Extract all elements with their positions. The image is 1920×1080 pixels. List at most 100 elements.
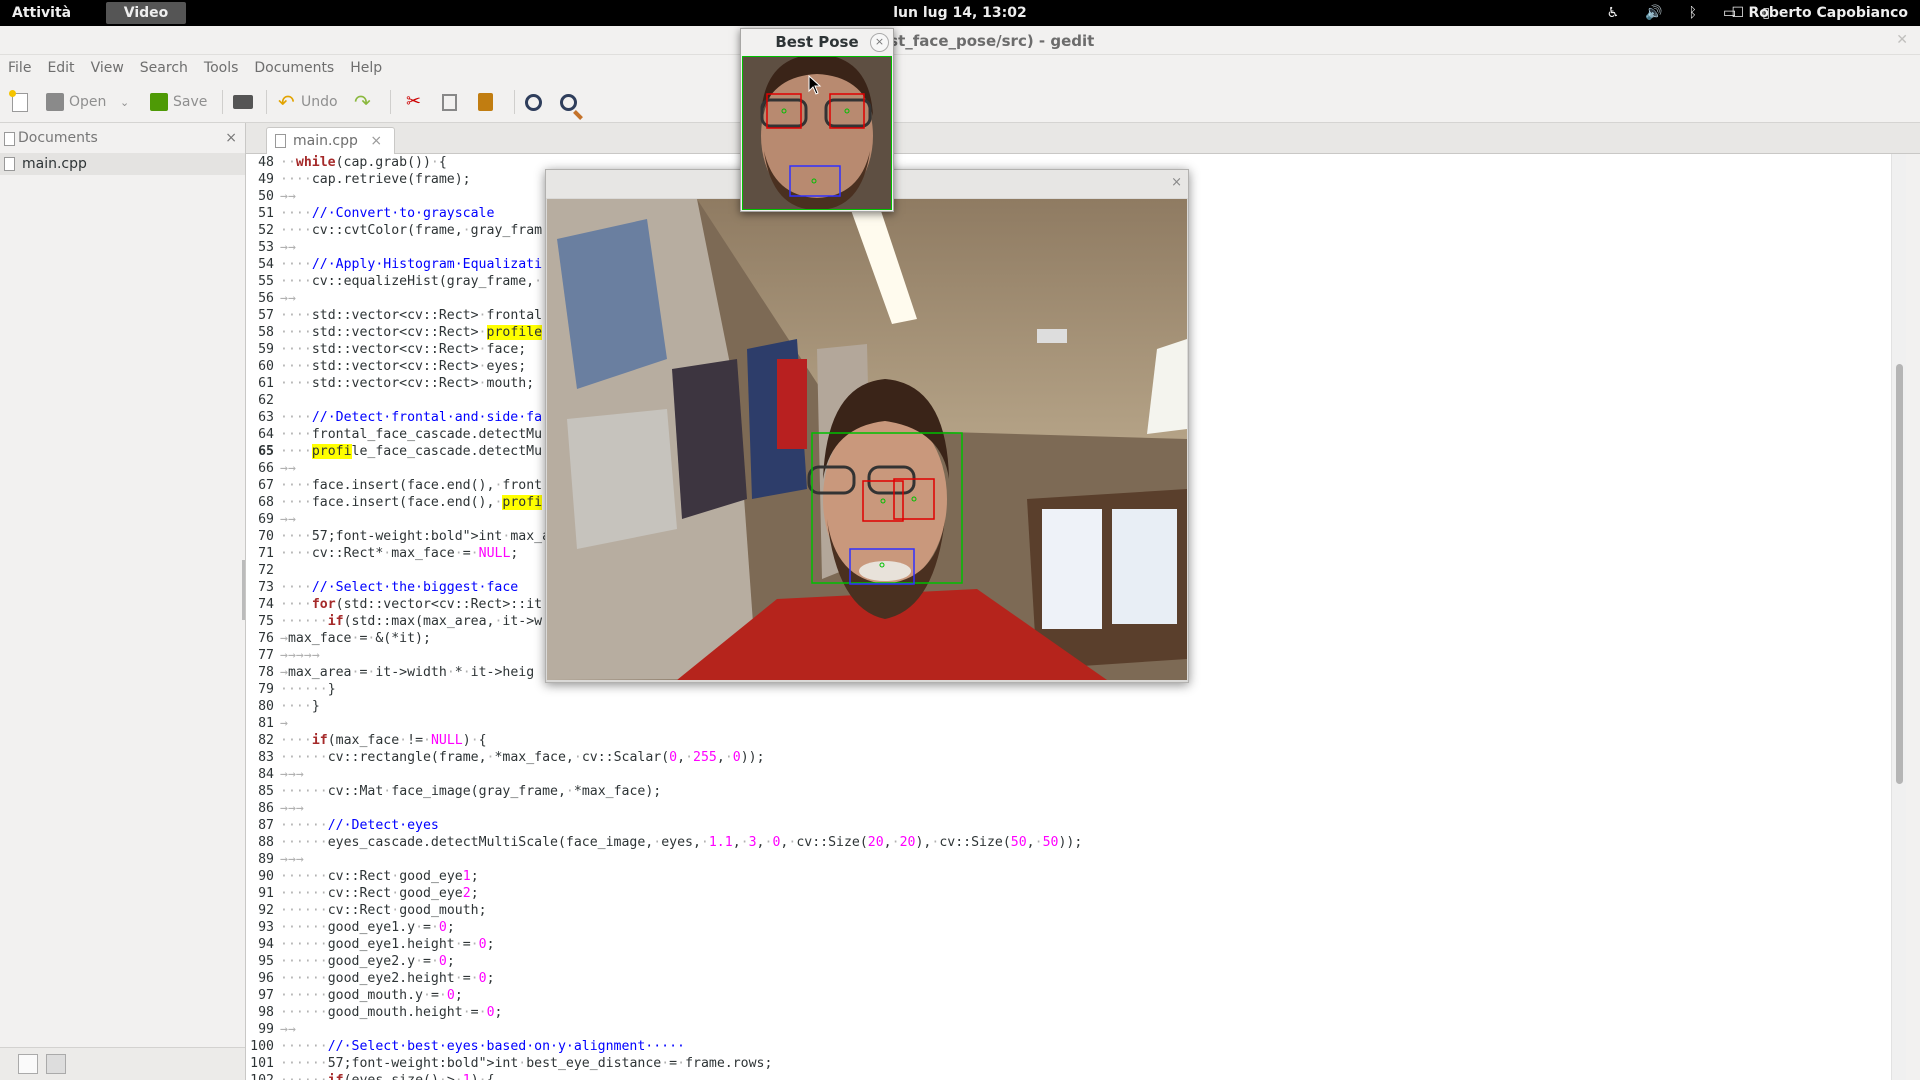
side-panel: Documents × main.cpp [0, 123, 246, 1080]
bluetooth-icon[interactable]: ᛒ [1689, 5, 1697, 21]
video-close-button[interactable]: × [1171, 175, 1182, 190]
best-pose-close-button[interactable]: × [870, 33, 889, 52]
code-text: ······//·Detect·eyes [280, 818, 439, 833]
mouse-cursor-icon [808, 75, 822, 95]
line-number: 92 [246, 902, 280, 919]
line-number: 80 [246, 698, 280, 715]
app-menu-button[interactable]: Video [106, 2, 186, 24]
code-text: ······cv::Rect·good_mouth; [280, 903, 487, 918]
code-line[interactable]: 99 →→ [246, 1021, 1906, 1038]
code-text: ······//·Select·best·eyes·based·on·y·ali… [280, 1039, 685, 1054]
line-number: 74 [246, 596, 280, 613]
copy-icon [442, 93, 457, 111]
undo-label: Undo [301, 94, 338, 110]
menu-tools[interactable]: Tools [196, 55, 247, 81]
code-line[interactable]: 81 → [246, 715, 1906, 732]
code-line[interactable]: 101 ······57;font-weight:bold">int·best_e… [246, 1055, 1906, 1072]
cut-icon: ✂ [406, 91, 422, 112]
find-button[interactable] [525, 91, 542, 113]
document-list-item[interactable]: main.cpp [0, 153, 245, 175]
line-number: 84 [246, 766, 280, 783]
code-line[interactable]: 85 ······cv::Mat·face_image(gray_frame,·*… [246, 783, 1906, 800]
code-line[interactable]: 83 ······cv::rectangle(frame,·*max_face,·… [246, 749, 1906, 766]
video-window[interactable]: × [545, 169, 1189, 683]
code-line[interactable]: 86 →→→ [246, 800, 1906, 817]
code-line[interactable]: 92 ······cv::Rect·good_mouth; [246, 902, 1906, 919]
line-number: 91 [246, 885, 280, 902]
code-line[interactable]: 91 ······cv::Rect·good_eye2; [246, 885, 1906, 902]
tab-bar: main.cpp × [246, 123, 1920, 154]
cut-button[interactable]: ✂ [406, 91, 424, 113]
save-button[interactable]: Save [150, 91, 207, 113]
best-pose-window[interactable]: Best Pose × [740, 28, 894, 212]
line-number: 48 [246, 154, 280, 171]
line-number: 95 [246, 953, 280, 970]
code-text: →max_area·=·it->width·*·it->heig [280, 665, 535, 680]
code-line[interactable]: 94 ······good_eye1.height·=·0; [246, 936, 1906, 953]
activities-button[interactable]: Attività [12, 0, 71, 26]
print-button[interactable] [233, 91, 253, 113]
open-button[interactable]: Open [46, 91, 106, 113]
replace-button[interactable] [560, 91, 577, 113]
line-number: 97 [246, 987, 280, 1004]
editor-scrollbar[interactable] [1891, 154, 1906, 1080]
code-text: ····if(max_face·!=·NULL)·{ [280, 733, 487, 748]
toolbar-separator [390, 90, 391, 114]
tab-close-button[interactable]: × [370, 133, 382, 149]
tab-main-cpp[interactable]: main.cpp × [266, 127, 396, 154]
menu-documents[interactable]: Documents [246, 55, 342, 81]
code-line[interactable]: 100 ······//·Select·best·eyes·based·on·y·… [246, 1038, 1906, 1055]
code-line[interactable]: 80 ····} [246, 698, 1906, 715]
redo-button[interactable]: ↷ [354, 91, 372, 113]
undo-button[interactable]: ↶ Undo [278, 91, 338, 113]
code-line[interactable]: 89 →→→ [246, 851, 1906, 868]
accessibility-icon[interactable]: ♿ [1607, 5, 1620, 21]
menu-view[interactable]: View [83, 55, 132, 81]
video-frame [547, 199, 1187, 680]
window-close-icon[interactable]: ✕ [1896, 32, 1908, 48]
code-line[interactable]: 82 ····if(max_face·!=·NULL)·{ [246, 732, 1906, 749]
side-panel-close-button[interactable]: × [225, 123, 237, 153]
code-line[interactable]: 79 ······} [246, 681, 1906, 698]
code-line[interactable]: 87 ······//·Detect·eyes [246, 817, 1906, 834]
code-line[interactable]: 95 ······good_eye2.y·=·0; [246, 953, 1906, 970]
new-button[interactable] [9, 89, 28, 113]
user-menu[interactable]: ☐ Roberto Capobianco [1731, 0, 1908, 26]
volume-icon[interactable]: 🔊 [1645, 5, 1662, 21]
code-line[interactable]: 102······if(eyes.size()·>·1)·{ [246, 1072, 1906, 1080]
code-text: →max_face·=·&(*it); [280, 631, 431, 646]
code-line[interactable]: 97 ······good_mouth.y·=·0; [246, 987, 1906, 1004]
code-line[interactable]: 98 ······good_mouth.height·=·0; [246, 1004, 1906, 1021]
toolbar: Open ⌄ Save ↶ Undo ↷ ✂ [0, 82, 1920, 123]
code-line[interactable]: 90 ······cv::Rect·good_eye1; [246, 868, 1906, 885]
menu-search[interactable]: Search [132, 55, 196, 81]
scrollbar-thumb[interactable] [1896, 364, 1903, 784]
code-text: ······good_eye2.height·=·0; [280, 971, 495, 986]
code-text: ······good_mouth.y·=·0; [280, 988, 463, 1003]
code-line[interactable]: 88 ······eyes_cascade.detectMultiScale(fa… [246, 834, 1906, 851]
paste-button[interactable] [478, 91, 493, 113]
menu-file[interactable]: File [0, 55, 39, 81]
pane-resize-handle[interactable] [242, 560, 245, 620]
line-number: 65 [246, 443, 280, 460]
file-browser-tab-icon[interactable] [46, 1054, 66, 1074]
copy-button[interactable] [442, 91, 457, 113]
line-number: 68 [246, 494, 280, 511]
line-number: 100 [246, 1038, 280, 1055]
file-icon [4, 157, 15, 171]
line-number: 98 [246, 1004, 280, 1021]
top-panel: Attività Video lun lug 14, 13:02 ♿ 🔊 ᛒ ▭… [0, 0, 1920, 26]
menu-edit[interactable]: Edit [39, 55, 82, 81]
code-line[interactable]: 96 ······good_eye2.height·=·0; [246, 970, 1906, 987]
menu-help[interactable]: Help [342, 55, 390, 81]
documents-tab-icon[interactable] [18, 1054, 38, 1074]
chevron-down-icon: ⌄ [120, 95, 130, 109]
code-line[interactable]: 84 →→→ [246, 766, 1906, 783]
line-number: 67 [246, 477, 280, 494]
open-recent-dropdown[interactable]: ⌄ [120, 91, 129, 113]
code-text: →→→→→ [280, 648, 320, 663]
code-line[interactable]: 93 ······good_eye1.y·=·0; [246, 919, 1906, 936]
code-text: →→ [280, 291, 296, 306]
print-icon [233, 95, 253, 109]
side-panel-title: Documents [18, 130, 98, 146]
